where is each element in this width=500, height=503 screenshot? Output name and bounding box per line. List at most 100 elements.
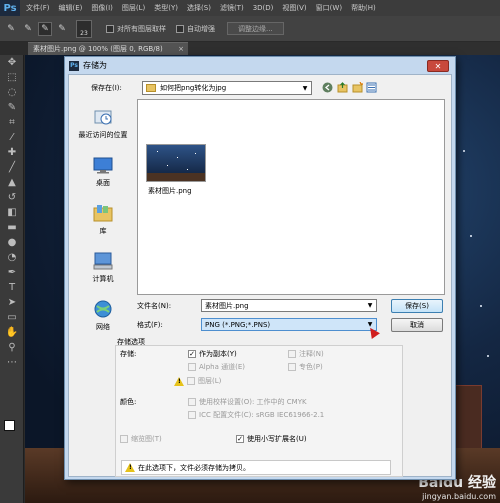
up-folder-icon[interactable] xyxy=(336,81,348,93)
thumbnail-ground xyxy=(147,173,205,181)
proof-setup-checkbox: 使用校样设置(O): 工作中的 CMYK xyxy=(188,397,307,407)
filename-label: 文件名(N): xyxy=(137,302,172,310)
menu-view[interactable]: 视图(V) xyxy=(282,3,306,13)
menu-file[interactable]: 文件(F) xyxy=(26,3,50,13)
place-desktop[interactable]: 桌面 xyxy=(73,147,133,195)
alpha-channels-checkbox: Alpha 通道(E) xyxy=(188,362,245,372)
sample-all-layers-checkbox[interactable]: 对所有图层取样 xyxy=(106,24,166,34)
place-computer[interactable]: 计算机 xyxy=(73,243,133,291)
star xyxy=(480,305,482,307)
add-to-selection-icon[interactable]: ✎ xyxy=(38,21,52,36)
menu-select[interactable]: 选择(S) xyxy=(187,3,211,13)
chevron-down-icon[interactable]: ▼ xyxy=(364,302,376,309)
watermark-url: jingyan.baidu.com xyxy=(422,492,496,501)
healing-brush-icon[interactable]: ✚ xyxy=(0,145,24,160)
hand-tool-icon[interactable]: ✋ xyxy=(0,325,24,340)
back-icon[interactable] xyxy=(321,81,333,93)
menu-image[interactable]: 图像(I) xyxy=(91,3,113,13)
place-label: 最近访问的位置 xyxy=(78,130,128,139)
file-list[interactable]: 素材图片.png xyxy=(137,99,445,295)
quick-selection-icon[interactable]: ✎ xyxy=(0,100,24,115)
computer-icon xyxy=(93,252,113,269)
menu-layer[interactable]: 图层(L) xyxy=(122,3,145,13)
lowercase-extension-checkbox[interactable]: ✓ 使用小写扩展名(U) xyxy=(236,434,307,444)
nav-toolbar xyxy=(321,81,381,93)
spot-colors-checkbox: 专色(P) xyxy=(288,362,323,372)
filename-value: 素材图片.png xyxy=(205,301,249,310)
eraser-tool-icon[interactable]: ◧ xyxy=(0,205,24,220)
new-folder-icon[interactable] xyxy=(351,81,363,93)
document-tab[interactable]: 素材图片.png @ 100% (图层 0, RGB/8) × xyxy=(28,42,188,55)
network-icon xyxy=(94,300,112,317)
clone-stamp-icon[interactable]: ▲ xyxy=(0,175,24,190)
checkmark-icon: ✓ xyxy=(236,434,244,443)
auto-enhance-checkbox[interactable]: 自动增强 xyxy=(176,24,215,34)
menu-edit[interactable]: 编辑(E) xyxy=(59,3,83,13)
save-button[interactable]: 保存(S) xyxy=(391,299,443,313)
menu-filter[interactable]: 滤镜(T) xyxy=(220,3,244,13)
menu-window[interactable]: 窗口(W) xyxy=(316,3,342,13)
new-selection-icon[interactable]: ✎ xyxy=(21,22,35,36)
place-libraries[interactable]: 库 xyxy=(73,195,133,243)
save-in-label: 保存在(I): xyxy=(91,84,122,92)
spot-colors-label: 专色(P) xyxy=(299,363,323,371)
brush-size-picker[interactable]: 23 xyxy=(76,19,92,38)
quick-selection-tool-icon[interactable]: ✎ xyxy=(4,22,18,36)
brush-tool-icon[interactable]: ╱ xyxy=(0,160,24,175)
view-menu-icon[interactable] xyxy=(366,81,378,93)
save-options-group: 存储: ✓ 作为副本(Y) 注释(N) Alpha 通道(E) 专色(P) 图层… xyxy=(115,345,403,477)
shape-tool-icon[interactable]: ▭ xyxy=(0,310,24,325)
more-tools-icon[interactable]: ⋯ xyxy=(0,355,24,370)
type-tool-icon[interactable]: T xyxy=(0,280,24,295)
checkbox-box xyxy=(288,350,296,358)
zoom-tool-icon[interactable]: ⚲ xyxy=(0,340,24,355)
icc-profile-checkbox: ICC 配置文件(C): sRGB IEC61966-2.1 xyxy=(188,410,324,420)
place-label: 库 xyxy=(99,226,107,235)
desktop-icon xyxy=(93,157,113,173)
as-copy-checkbox[interactable]: ✓ 作为副本(Y) xyxy=(188,349,237,359)
eyedropper-tool-icon[interactable]: ⁄ xyxy=(0,130,24,145)
icc-profile-label: ICC 配置文件(C): sRGB IEC61966-2.1 xyxy=(199,411,325,419)
lasso-tool-icon[interactable]: ◌ xyxy=(0,85,24,100)
pen-tool-icon[interactable]: ✒ xyxy=(0,265,24,280)
thumbnail-label: 缩览图(T) xyxy=(131,435,162,443)
move-tool-icon[interactable]: ✥ xyxy=(0,55,24,70)
place-recent[interactable]: 最近访问的位置 xyxy=(73,99,133,147)
places-bar: 最近访问的位置 桌面 库 计算机 网络 xyxy=(73,99,133,349)
place-network[interactable]: 网络 xyxy=(73,291,133,339)
cancel-button[interactable]: 取消 xyxy=(391,318,443,332)
foreground-color-swatch[interactable] xyxy=(4,420,15,431)
gradient-tool-icon[interactable]: ▬ xyxy=(0,220,24,235)
close-icon[interactable]: × xyxy=(178,45,184,53)
dialog-titlebar[interactable]: Ps 存储为 xyxy=(65,57,455,74)
path-selection-icon[interactable]: ➤ xyxy=(0,295,24,310)
filename-input[interactable]: 素材图片.png ▼ xyxy=(201,299,377,312)
notes-label: 注释(N) xyxy=(299,350,324,358)
blur-tool-icon[interactable]: ● xyxy=(0,235,24,250)
history-brush-icon[interactable]: ↺ xyxy=(0,190,24,205)
save-label: 存储: xyxy=(120,350,137,358)
menu-bar: Ps 文件(F) 编辑(E) 图像(I) 图层(L) 类型(Y) 选择(S) 滤… xyxy=(0,0,500,16)
checkbox-box xyxy=(187,377,195,385)
star xyxy=(195,153,196,154)
file-thumbnail[interactable] xyxy=(146,144,206,182)
place-label: 桌面 xyxy=(96,178,110,187)
warning-icon xyxy=(125,463,135,472)
crop-tool-icon[interactable]: ⌗ xyxy=(0,115,24,130)
menu-3d[interactable]: 3D(D) xyxy=(253,4,274,12)
notes-checkbox: 注释(N) xyxy=(288,349,324,359)
marquee-tool-icon[interactable]: ⬚ xyxy=(0,70,24,85)
sample-all-layers-label: 对所有图层取样 xyxy=(117,24,166,33)
close-button[interactable]: ✕ xyxy=(427,60,449,72)
file-name-label[interactable]: 素材图片.png xyxy=(148,186,192,196)
dodge-tool-icon[interactable]: ◔ xyxy=(0,250,24,265)
save-in-dropdown[interactable]: 如何把png转化为jpg ▼ xyxy=(142,81,312,95)
menu-type[interactable]: 类型(Y) xyxy=(154,3,178,13)
subtract-from-selection-icon[interactable]: ✎ xyxy=(55,22,69,36)
menu-help[interactable]: 帮助(H) xyxy=(351,3,376,13)
refine-edge-button[interactable]: 调整边缘... xyxy=(227,22,284,35)
lowercase-extension-label: 使用小写扩展名(U) xyxy=(247,435,307,443)
photoshop-app-icon: Ps xyxy=(69,60,79,71)
checkbox-box xyxy=(288,363,296,371)
format-dropdown[interactable]: PNG (*.PNG;*.PNS) ▼ xyxy=(201,318,377,331)
